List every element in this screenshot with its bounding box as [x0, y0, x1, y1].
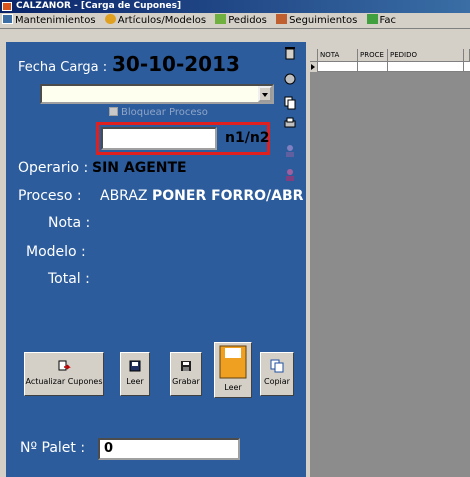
bloquear-proceso-checkbox[interactable]: Bloquear Proceso	[109, 107, 208, 118]
menu-pedidos[interactable]: Pedidos	[213, 13, 271, 28]
button-label: Copiar	[264, 377, 290, 386]
orange-disk-icon	[219, 345, 247, 379]
chart-icon	[276, 14, 288, 24]
modelo-label: Modelo :	[26, 244, 86, 260]
bloquear-label: Bloquear Proceso	[121, 107, 208, 118]
shoe-icon	[104, 14, 116, 24]
button-label: Grabar	[172, 377, 200, 386]
palet-input[interactable]: 0	[98, 438, 240, 460]
button-label: Leer	[224, 383, 242, 392]
printer-icon[interactable]	[284, 116, 296, 130]
table-cell[interactable]	[358, 62, 388, 72]
side-toolbar	[280, 42, 300, 192]
menu-facturacion[interactable]: Fac	[365, 13, 400, 28]
total-label: Total :	[48, 271, 90, 287]
operario-label: Operario :	[18, 160, 89, 176]
current-row-arrow-icon	[310, 62, 318, 72]
menu-articulos-modelos[interactable]: Artículos/Modelos	[103, 13, 210, 28]
menu-label: Pedidos	[228, 15, 267, 26]
proceso-code: ABRAZ	[100, 188, 148, 204]
proceso-label: Proceso :	[18, 188, 82, 204]
leer-large-button[interactable]: Leer	[214, 342, 252, 398]
fecha-value: 30-10-2013	[112, 52, 240, 76]
proceso-select[interactable]	[40, 84, 274, 104]
trash-icon[interactable]	[284, 46, 296, 60]
menu-bar: Mantenimientos Artículos/Modelos Pedidos…	[0, 13, 470, 29]
proceso-name: PONER FORRO/ABR	[152, 188, 304, 204]
fecha-label: Fecha Carga :	[18, 60, 108, 75]
column-header-proceso[interactable]: PROCE	[358, 49, 388, 62]
table-row[interactable]	[310, 62, 470, 72]
n1-n2-input[interactable]	[101, 127, 217, 150]
window-titlebar: CALZANOR - [Carga de Cupones]	[0, 0, 470, 13]
menu-label: Fac	[379, 15, 396, 26]
button-label: Actualizar Cupones	[25, 377, 103, 386]
chevron-down-icon[interactable]	[258, 86, 272, 102]
column-header-nota[interactable]: NOTA	[318, 49, 358, 62]
carga-cupones-panel: Fecha Carga : 30-10-2013 Bloquear Proces…	[6, 42, 306, 477]
grid-header: NOTA PROCE PEDIDO	[310, 49, 470, 62]
app-icon	[2, 2, 12, 11]
menu-label: Artículos/Modelos	[117, 15, 207, 26]
n1-n2-input-highlight: n1/n2	[96, 122, 270, 155]
refresh-arrow-icon	[58, 360, 71, 371]
menu-label: Mantenimientos	[15, 15, 96, 26]
leer-button[interactable]: Leer	[120, 352, 150, 396]
window-icon	[2, 14, 13, 24]
invoice-icon	[366, 14, 378, 24]
column-header-pedido[interactable]: PEDIDO	[388, 49, 464, 62]
menu-seguimientos[interactable]: Seguimientos	[274, 13, 361, 28]
nota-label: Nota :	[48, 215, 91, 231]
palet-label: Nº Palet :	[20, 440, 86, 456]
table-cell[interactable]	[318, 62, 358, 72]
checkbox-box[interactable]	[109, 107, 118, 116]
operario-value: SIN AGENTE	[92, 160, 187, 176]
user-icon[interactable]	[284, 144, 296, 158]
column-header-extra[interactable]	[464, 49, 470, 62]
window-title: CALZANOR - [Carga de Cupones]	[16, 1, 182, 11]
actualizar-cupones-button[interactable]: Actualizar Cupones	[24, 352, 104, 396]
n1-n2-label: n1/n2	[225, 130, 270, 146]
documents-icon[interactable]	[284, 96, 296, 110]
delete-icon[interactable]	[284, 72, 296, 86]
button-label: Leer	[126, 377, 144, 386]
grabar-button[interactable]: Grabar	[170, 352, 202, 396]
read-file-icon	[129, 360, 141, 372]
user-arrow-icon[interactable]	[284, 168, 296, 182]
cupones-grid: NOTA PROCE PEDIDO	[310, 49, 470, 477]
save-icon	[181, 361, 191, 371]
copy-icon	[270, 359, 284, 373]
grid-corner	[310, 49, 318, 62]
cart-icon	[215, 14, 227, 24]
menu-label: Seguimientos	[289, 15, 358, 26]
menu-mantenimientos[interactable]: Mantenimientos	[0, 13, 100, 28]
copiar-button[interactable]: Copiar	[260, 352, 294, 396]
table-cell[interactable]	[388, 62, 464, 72]
